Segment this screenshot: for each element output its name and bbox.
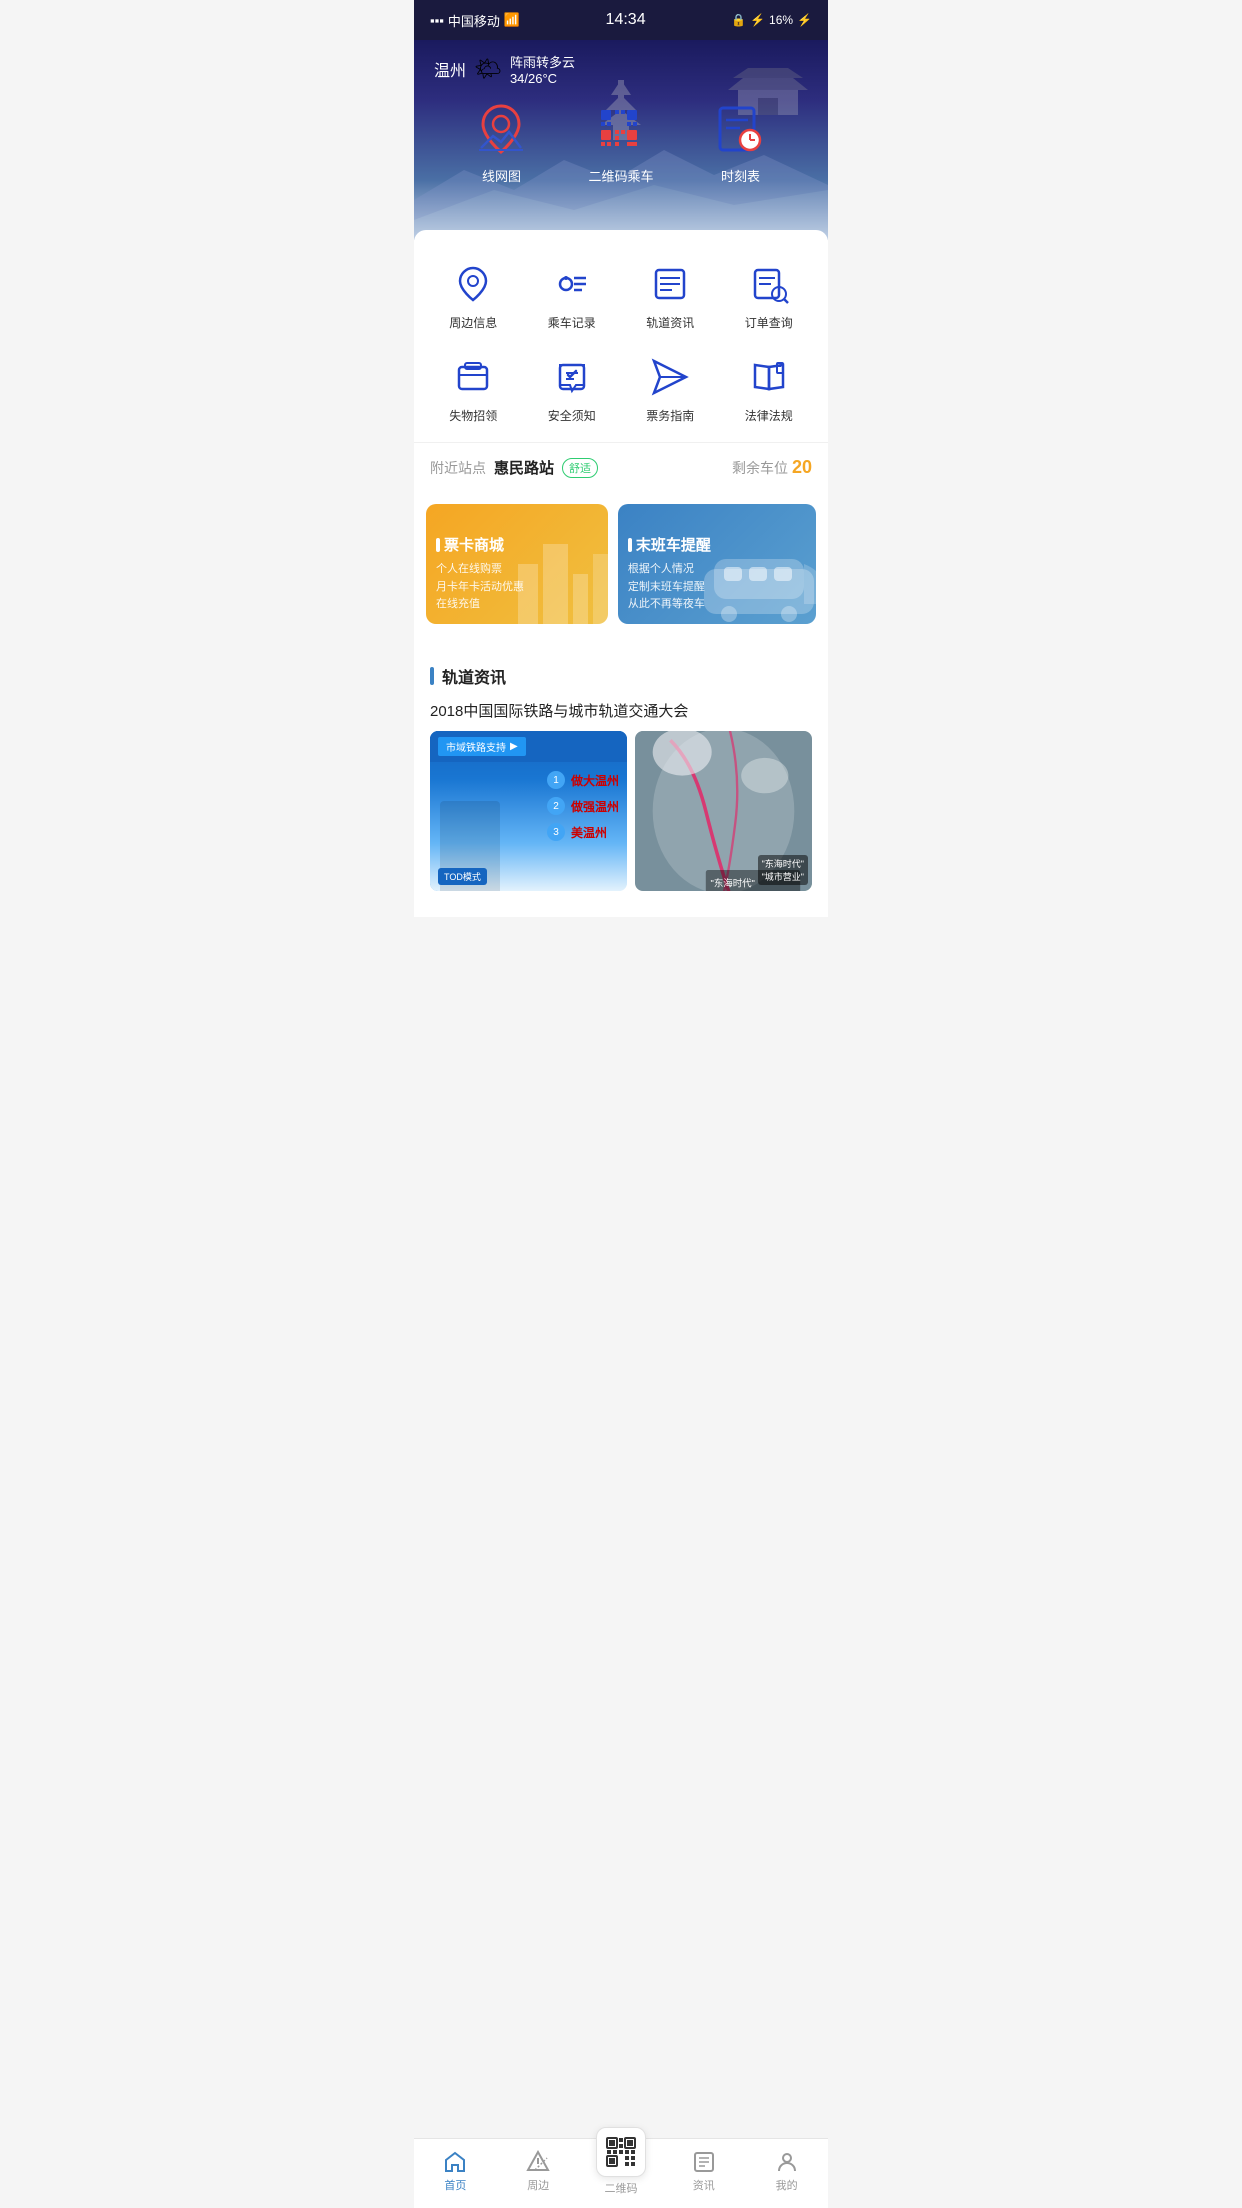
lost-found-icon (451, 355, 495, 399)
ticket-mall-banner[interactable]: 票卡商城 个人在线购票 月卡年卡活动优惠 在线充值 (426, 504, 608, 624)
nearby-icon (526, 2150, 550, 2174)
safety-notice-button[interactable]: 安全须知 (523, 343, 622, 436)
lost-found-button[interactable]: 失物招领 (424, 343, 523, 436)
remaining-count: 20 (792, 457, 812, 478)
nearby-info-label: 周边信息 (449, 314, 497, 331)
order-query-icon (747, 262, 791, 306)
nearby-label: 附近站点 (430, 458, 486, 478)
news-section-title: 轨道资讯 (442, 664, 506, 688)
nav-home[interactable]: 首页 (414, 2150, 497, 2193)
news-section: 轨道资讯 2018中国国际铁路与城市轨道交通大会 市域铁路支持 ▶ (414, 648, 828, 907)
weather-icon: 🌤 (474, 56, 502, 82)
nav-nearby-label: 周边 (527, 2177, 549, 2193)
line-map-label: 线网图 (482, 166, 521, 185)
mine-icon (775, 2150, 799, 2174)
order-query-label: 订单查询 (745, 314, 793, 331)
nearby-info-button[interactable]: 周边信息 (424, 250, 523, 343)
timetable-label: 时刻表 (721, 166, 760, 185)
track-news-icon (648, 262, 692, 306)
bottom-navigation: 首页 周边 (414, 2138, 828, 2208)
news-image-right[interactable]: "东海时代" "东海时代""城市营业" (635, 731, 812, 891)
ride-record-label: 乘车记录 (548, 314, 596, 331)
status-battery: 🔒 ⚡ 16% ⚡ (731, 13, 812, 27)
track-news-button[interactable]: 轨道资讯 (621, 250, 720, 343)
timetable-button[interactable]: 时刻表 (712, 102, 768, 185)
nav-nearby[interactable]: 周边 (497, 2150, 580, 2193)
timetable-icon (712, 102, 768, 158)
nav-mine-label: 我的 (776, 2177, 798, 2193)
laws-button[interactable]: 法律法规 (720, 343, 819, 436)
status-bar: ▪▪▪ 中国移动 📶 14:34 🔒 ⚡ 16% ⚡ (414, 0, 828, 40)
nav-qrcode[interactable]: 二维码 (580, 2147, 663, 2196)
nav-home-label: 首页 (444, 2177, 466, 2193)
ticket-guide-button[interactable]: 票务指南 (621, 343, 720, 436)
news-image-left[interactable]: 市域铁路支持 ▶ 1 做大温州 2 做强温州 (430, 731, 627, 891)
home-icon (443, 2150, 467, 2174)
qr-ride-icon (593, 102, 649, 158)
ticket-guide-label: 票务指南 (646, 407, 694, 424)
ride-record-icon (550, 262, 594, 306)
banner-cards-row: 票卡商城 个人在线购票 月卡年卡活动优惠 在线充值 (414, 504, 828, 638)
qr-ride-button[interactable]: 二维码乘车 (588, 102, 653, 185)
main-card: 周边信息 乘车记录 (414, 230, 828, 917)
track-news-label: 轨道资讯 (646, 314, 694, 331)
quick-icon-grid: 周边信息 乘车记录 (414, 250, 828, 436)
comfort-badge: 舒适 (562, 458, 598, 478)
laws-icon (747, 355, 791, 399)
nearby-info-icon (451, 262, 495, 306)
top-icons-row: 线网图 (434, 102, 808, 185)
news-icon (692, 2150, 716, 2174)
qrcode-box (596, 2127, 646, 2177)
safety-notice-icon (550, 355, 594, 399)
qr-ride-label: 二维码乘车 (588, 166, 653, 185)
order-query-button[interactable]: 订单查询 (720, 250, 819, 343)
hero-section: 温州 🌤 阵雨转多云 34/26°C (414, 40, 828, 240)
remaining-label: 剩余车位 (732, 458, 788, 478)
weather-temperature: 34/26°C (510, 71, 575, 86)
line-map-button[interactable]: 线网图 (473, 102, 529, 185)
section-accent-bar (430, 667, 434, 685)
ticket-guide-icon (648, 355, 692, 399)
status-time: 14:34 (606, 11, 646, 29)
weather-city: 温州 (434, 57, 466, 81)
line-map-icon (473, 102, 529, 158)
svg-text:"东海时代": "东海时代" (711, 878, 755, 889)
nav-news[interactable]: 资讯 (662, 2150, 745, 2193)
laws-label: 法律法规 (745, 407, 793, 424)
news-section-header: 轨道资讯 (430, 664, 812, 688)
ride-record-button[interactable]: 乘车记录 (523, 250, 622, 343)
weather-description: 阵雨转多云 (510, 52, 575, 71)
nearby-station-row: 附近站点 惠民路站 舒适 剩余车位 20 (414, 442, 828, 492)
last-train-banner[interactable]: 末班车提醒 根据个人情况 定制末班车提醒 从此不再等夜车 (618, 504, 816, 624)
safety-notice-label: 安全须知 (548, 407, 596, 424)
nav-mine[interactable]: 我的 (745, 2150, 828, 2193)
news-article-title: 2018中国国际铁路与城市轨道交通大会 (430, 700, 812, 721)
nearby-station-name: 惠民路站 (494, 457, 554, 478)
news-image-row: 市域铁路支持 ▶ 1 做大温州 2 做强温州 (430, 731, 812, 891)
nav-qrcode-label: 二维码 (604, 2180, 637, 2196)
nav-news-label: 资讯 (693, 2177, 715, 2193)
lost-found-label: 失物招领 (449, 407, 497, 424)
aerial-text: "东海时代""城市营业" (758, 855, 808, 885)
status-carrier: ▪▪▪ 中国移动 📶 (430, 11, 520, 30)
